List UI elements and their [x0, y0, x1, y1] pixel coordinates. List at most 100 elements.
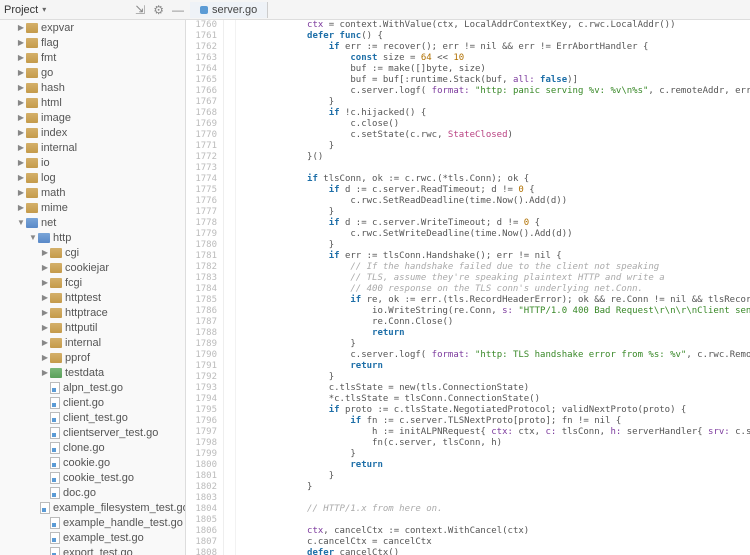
tree-folder[interactable]: ▶httputil: [0, 320, 185, 335]
tree-file[interactable]: clientserver_test.go: [0, 425, 185, 440]
code-line[interactable]: }(): [242, 152, 750, 163]
code-line[interactable]: [242, 163, 750, 174]
tree-twisty-icon[interactable]: ▶: [16, 173, 26, 182]
code-line[interactable]: h := initALPNRequest{ ctx: ctx, c: tlsCo…: [242, 427, 750, 438]
breakpoint-slot[interactable]: [224, 75, 235, 86]
breakpoint-slot[interactable]: [224, 240, 235, 251]
tree-file[interactable]: example_handle_test.go: [0, 515, 185, 530]
code-line[interactable]: c.setState(c.rwc, StateClosed): [242, 130, 750, 141]
code-line[interactable]: ctx = context.WithValue(ctx, LocalAddrCo…: [242, 20, 750, 31]
breakpoint-slot[interactable]: [224, 372, 235, 383]
code-line[interactable]: c.rwc.SetWriteDeadline(time.Now().Add(d)…: [242, 229, 750, 240]
breakpoint-slot[interactable]: [224, 427, 235, 438]
collapse-icon[interactable]: ⇲: [135, 3, 145, 17]
code-line[interactable]: [242, 493, 750, 504]
tree-folder[interactable]: ▼http: [0, 230, 185, 245]
tree-folder[interactable]: ▶math: [0, 185, 185, 200]
tree-folder[interactable]: ▶internal: [0, 335, 185, 350]
tree-folder[interactable]: ▶httptrace: [0, 305, 185, 320]
breakpoint-slot[interactable]: [224, 273, 235, 284]
tree-folder[interactable]: ▶expvar: [0, 20, 185, 35]
chevron-down-icon[interactable]: ▾: [42, 5, 46, 14]
tree-twisty-icon[interactable]: ▶: [40, 308, 50, 317]
code-line[interactable]: }: [242, 240, 750, 251]
breakpoint-slot[interactable]: [224, 251, 235, 262]
breakpoint-slot[interactable]: [224, 482, 235, 493]
breakpoint-slot[interactable]: [224, 548, 235, 555]
tree-folder[interactable]: ▶cookiejar: [0, 260, 185, 275]
tree-twisty-icon[interactable]: ▶: [16, 98, 26, 107]
tree-twisty-icon[interactable]: ▶: [40, 368, 50, 377]
code-line[interactable]: ctx, cancelCtx := context.WithCancel(ctx…: [242, 526, 750, 537]
project-dropdown-label[interactable]: Project: [4, 4, 38, 16]
code-line[interactable]: c.server.logf( format: "http: panic serv…: [242, 86, 750, 97]
tree-file[interactable]: clone.go: [0, 440, 185, 455]
breakpoint-slot[interactable]: [224, 42, 235, 53]
breakpoint-slot[interactable]: [224, 185, 235, 196]
code-line[interactable]: }: [242, 372, 750, 383]
code-line[interactable]: re.Conn.Close(): [242, 317, 750, 328]
tree-file[interactable]: example_test.go: [0, 530, 185, 545]
breakpoint-slot[interactable]: [224, 53, 235, 64]
code-line[interactable]: io.WriteString(re.Conn, s: "HTTP/1.0 400…: [242, 306, 750, 317]
code-line[interactable]: }: [242, 141, 750, 152]
tree-folder[interactable]: ▶go: [0, 65, 185, 80]
breakpoint-slot[interactable]: [224, 64, 235, 75]
tree-twisty-icon[interactable]: ▶: [40, 353, 50, 362]
gear-icon[interactable]: ⚙: [153, 3, 164, 17]
breakpoint-slot[interactable]: [224, 317, 235, 328]
code-line[interactable]: if !c.hijacked() {: [242, 108, 750, 119]
breakpoint-slot[interactable]: [224, 405, 235, 416]
code-line[interactable]: if err := recover(); err != nil && err !…: [242, 42, 750, 53]
tree-file[interactable]: alpn_test.go: [0, 380, 185, 395]
tree-twisty-icon[interactable]: ▶: [16, 38, 26, 47]
tree-folder[interactable]: ▶fmt: [0, 50, 185, 65]
tree-twisty-icon[interactable]: ▶: [40, 323, 50, 332]
breakpoint-slot[interactable]: [224, 460, 235, 471]
code-line[interactable]: const size = 64 << 10: [242, 53, 750, 64]
tree-twisty-icon[interactable]: ▶: [16, 83, 26, 92]
code-area[interactable]: ctx = context.WithValue(ctx, LocalAddrCo…: [236, 20, 750, 555]
breakpoint-slot[interactable]: [224, 383, 235, 394]
code-line[interactable]: if re, ok := err.(tls.RecordHeaderError)…: [242, 295, 750, 306]
tree-twisty-icon[interactable]: ▶: [16, 113, 26, 122]
breakpoint-slot[interactable]: [224, 416, 235, 427]
code-line[interactable]: if fn := c.server.TLSNextProto[proto]; f…: [242, 416, 750, 427]
breakpoint-slot[interactable]: [224, 295, 235, 306]
tree-file[interactable]: client_test.go: [0, 410, 185, 425]
tree-folder[interactable]: ▶testdata: [0, 365, 185, 380]
breakpoint-slot[interactable]: [224, 361, 235, 372]
tree-twisty-icon[interactable]: ▶: [16, 53, 26, 62]
code-line[interactable]: // TLS, assume they're speaking plaintex…: [242, 273, 750, 284]
breakpoint-slot[interactable]: [224, 108, 235, 119]
tree-folder[interactable]: ▶fcgi: [0, 275, 185, 290]
code-line[interactable]: buf := make([]byte, size): [242, 64, 750, 75]
code-line[interactable]: }: [242, 207, 750, 218]
tree-folder[interactable]: ▼net: [0, 215, 185, 230]
code-line[interactable]: *c.tlsState = tlsConn.ConnectionState(): [242, 394, 750, 405]
code-line[interactable]: if d := c.server.WriteTimeout; d != 0 {: [242, 218, 750, 229]
breakpoint-slot[interactable]: [224, 493, 235, 504]
tree-file[interactable]: example_filesystem_test.go: [0, 500, 185, 515]
code-line[interactable]: return: [242, 361, 750, 372]
tree-twisty-icon[interactable]: ▶: [40, 248, 50, 257]
tree-file[interactable]: cookie_test.go: [0, 470, 185, 485]
tree-folder[interactable]: ▶hash: [0, 80, 185, 95]
code-line[interactable]: defer func() {: [242, 31, 750, 42]
code-line[interactable]: if d := c.server.ReadTimeout; d != 0 {: [242, 185, 750, 196]
breakpoint-slot[interactable]: [224, 20, 235, 31]
breakpoint-slot[interactable]: [224, 97, 235, 108]
breakpoint-slot[interactable]: [224, 130, 235, 141]
tree-folder[interactable]: ▶pprof: [0, 350, 185, 365]
breakpoint-slot[interactable]: [224, 196, 235, 207]
code-line[interactable]: c.rwc.SetReadDeadline(time.Now().Add(d)): [242, 196, 750, 207]
code-line[interactable]: c.cancelCtx = cancelCtx: [242, 537, 750, 548]
code-line[interactable]: buf = buf[:runtime.Stack(buf, all: false…: [242, 75, 750, 86]
breakpoint-slot[interactable]: [224, 141, 235, 152]
tree-twisty-icon[interactable]: ▶: [16, 158, 26, 167]
editor-tab[interactable]: server.go: [190, 2, 268, 18]
code-line[interactable]: }: [242, 339, 750, 350]
tree-twisty-icon[interactable]: ▶: [16, 128, 26, 137]
code-line[interactable]: if err := tlsConn.Handshake(); err != ni…: [242, 251, 750, 262]
tree-twisty-icon[interactable]: ▶: [40, 293, 50, 302]
